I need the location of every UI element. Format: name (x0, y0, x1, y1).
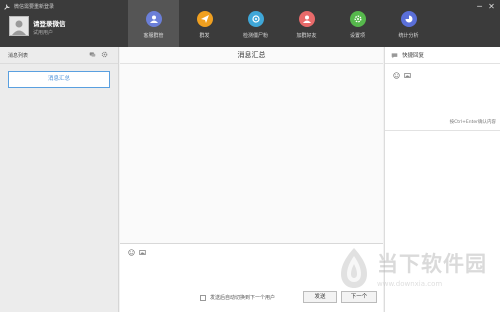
quick-reply-header: 快捷回复 (385, 47, 500, 64)
send-icon (196, 11, 213, 27)
shortcut-hint: 按Ctrl+Enter确认内容 (449, 120, 496, 125)
image-icon[interactable] (139, 249, 146, 256)
login-prompt[interactable]: 请登录微信 (33, 18, 66, 28)
composer-tools (128, 249, 146, 256)
watermark-name: 当下软件园 (377, 252, 487, 276)
close-button[interactable]: ✕ (487, 2, 496, 11)
nav-item-add-friends[interactable]: 加群好友 (281, 0, 332, 47)
chat-icon[interactable] (89, 51, 96, 58)
nav-item-mass-send[interactable]: 群发 (179, 0, 230, 47)
analytics-icon (400, 11, 417, 27)
header-bar: 微信需要重新登录 ─ ✕ 请登录微信 试用用户 客服群管 群发 检测僵尸粉 加群… (0, 0, 500, 47)
nav-label: 设置项 (349, 33, 365, 39)
add-friend-icon (298, 11, 315, 27)
window-title: 微信需要重新登录 (14, 4, 55, 10)
avatar-placeholder-icon (10, 17, 28, 35)
message-list-header: 消息列表 (0, 47, 118, 64)
divider (385, 130, 500, 131)
page-title: 消息汇总 (120, 47, 383, 64)
scan-icon (247, 11, 264, 27)
watermark: 当下软件园 www.downxia.com (337, 246, 487, 290)
user-icon (145, 11, 162, 27)
nav-label: 检测僵尸粉 (242, 33, 268, 39)
nav-item-customer-group[interactable]: 客服群管 (128, 0, 179, 47)
nav-item-zombie-check[interactable]: 检测僵尸粉 (230, 0, 281, 47)
avatar[interactable] (9, 16, 29, 36)
message-list-title: 消息列表 (8, 53, 29, 59)
message-summary-button[interactable]: 消息汇总 (8, 71, 110, 88)
nav-item-analytics[interactable]: 统计分析 (383, 0, 434, 47)
main-nav: 客服群管 群发 检测僵尸粉 加群好友 设置项 统计分析 (128, 0, 434, 47)
nav-label: 加群好友 (296, 33, 317, 39)
window-controls: ─ ✕ (475, 2, 496, 11)
next-button[interactable]: 下一个 (341, 291, 377, 303)
auto-switch-label: 发送后自动切换到下一个用户 (210, 295, 276, 301)
auto-switch-checkbox[interactable] (200, 294, 206, 301)
nav-label: 群发 (199, 33, 210, 39)
watermark-text: 当下软件园 www.downxia.com (377, 248, 487, 288)
message-list-panel: 消息列表 消息汇总 (0, 47, 119, 312)
gear-icon[interactable] (101, 51, 108, 58)
quick-reply-title: 快捷回复 (402, 53, 425, 59)
speech-bubble-icon (391, 52, 398, 58)
list-tools (89, 51, 108, 58)
settings-icon (349, 11, 366, 27)
nav-label: 统计分析 (398, 33, 419, 39)
watermark-logo-icon (341, 248, 367, 288)
nav-item-settings[interactable]: 设置项 (332, 0, 383, 47)
watermark-url: www.downxia.com (377, 280, 443, 288)
minimize-button[interactable]: ─ (475, 2, 484, 11)
send-button[interactable]: 发送 (303, 291, 337, 303)
emoji-icon[interactable] (393, 72, 400, 79)
emoji-icon[interactable] (128, 249, 135, 256)
auto-switch-option[interactable]: 发送后自动切换到下一个用户 (200, 294, 275, 301)
user-type-label: 试用用户 (33, 30, 54, 36)
quick-reply-tools (393, 72, 411, 79)
nav-label: 客服群管 (143, 33, 164, 39)
wrench-icon (4, 4, 10, 10)
image-icon[interactable] (404, 72, 411, 79)
